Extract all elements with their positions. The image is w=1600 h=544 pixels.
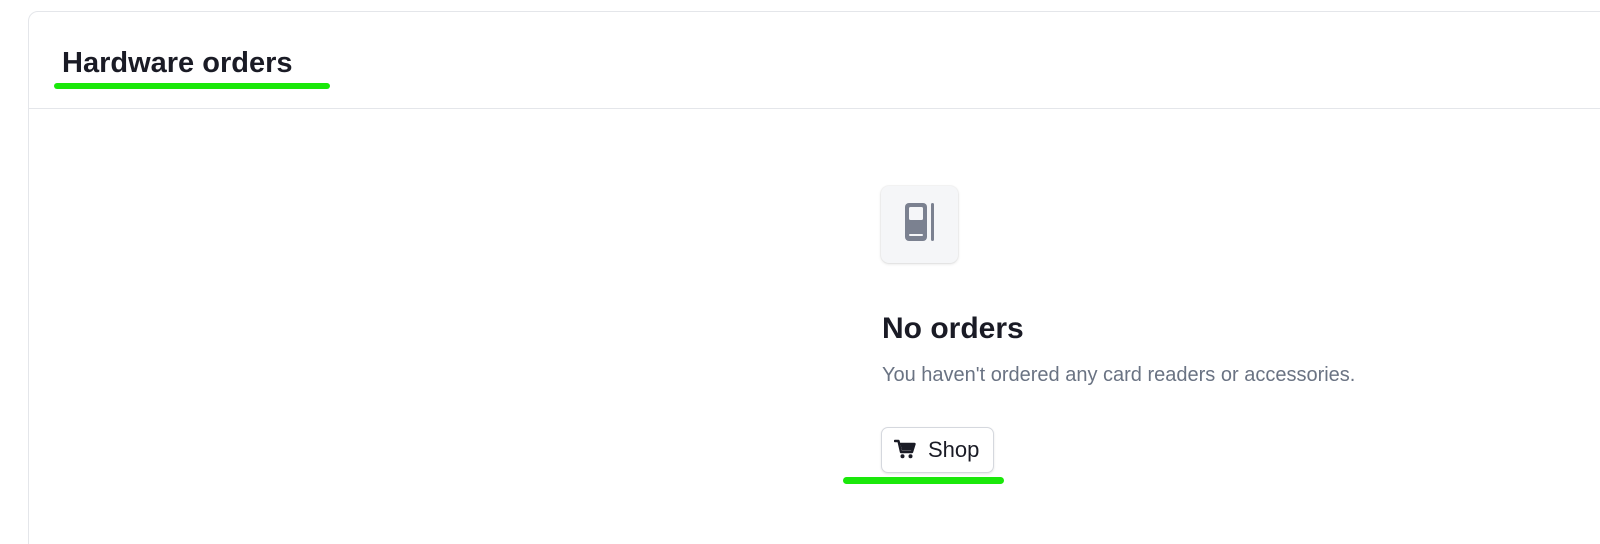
shop-button[interactable]: Shop bbox=[881, 427, 995, 473]
card-header: Hardware orders bbox=[29, 12, 1600, 109]
title-highlight-underline bbox=[54, 83, 330, 89]
hardware-orders-card: Hardware orders No orders You haven't or… bbox=[28, 11, 1600, 544]
page-title: Hardware orders bbox=[62, 47, 293, 79]
empty-state-icon-box bbox=[881, 186, 958, 263]
page: Hardware orders No orders You haven't or… bbox=[0, 0, 1600, 544]
shop-button-label: Shop bbox=[928, 437, 980, 462]
empty-state-description: You haven't ordered any card readers or … bbox=[882, 364, 1356, 386]
cart-icon bbox=[893, 439, 916, 462]
shop-highlight-underline bbox=[843, 477, 1004, 484]
card-reader-icon bbox=[904, 203, 935, 246]
empty-state-title: No orders bbox=[882, 312, 1024, 345]
